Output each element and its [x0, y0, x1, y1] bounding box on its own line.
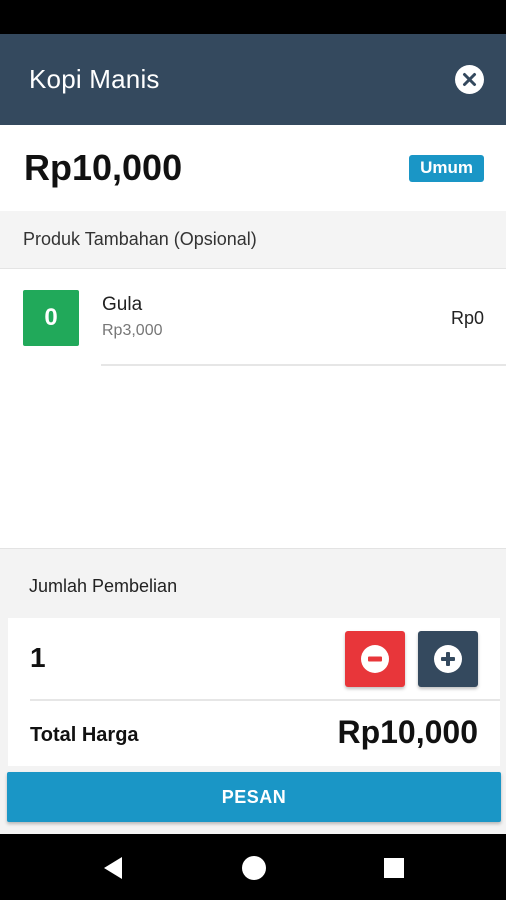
recents-icon[interactable] [378, 852, 410, 884]
total-price-label: Total Harga [30, 724, 139, 746]
plus-circle-icon [434, 645, 462, 673]
addon-item-gula[interactable]: 0 Gula Rp3,000 Rp0 [0, 270, 506, 366]
divider [101, 364, 506, 366]
product-price: Rp10,000 [24, 147, 183, 188]
status-bar [0, 0, 506, 34]
increase-quantity-button[interactable] [418, 631, 478, 687]
addon-unit-price: Rp3,000 [102, 322, 163, 339]
category-badge: Umum [409, 154, 484, 182]
addons-section-header: Produk Tambahan (Opsional) [0, 211, 506, 269]
order-button[interactable]: PESAN [7, 772, 501, 822]
navigation-bar [0, 834, 506, 900]
purchase-label: Jumlah Pembelian [29, 576, 178, 596]
addons-section-title: Produk Tambahan (Opsional) [23, 229, 257, 249]
back-icon[interactable] [98, 852, 130, 884]
home-icon[interactable] [238, 852, 270, 884]
price-row: Rp10,000 Umum [0, 125, 506, 211]
addon-subtotal: Rp0 [450, 308, 484, 328]
close-icon[interactable] [455, 65, 484, 94]
minus-circle-icon [361, 645, 389, 673]
total-price-value: Rp10,000 [337, 714, 478, 750]
divider [30, 699, 500, 701]
purchase-card: 1 Total Harga Rp10,000 [8, 618, 500, 766]
quantity-value: 1 [30, 642, 46, 673]
addon-name: Gula [102, 294, 143, 315]
page-title: Kopi Manis [29, 64, 160, 94]
decrease-quantity-button[interactable] [345, 631, 405, 687]
addon-quantity-box[interactable]: 0 [23, 290, 79, 346]
app-bar: Kopi Manis [0, 34, 506, 125]
